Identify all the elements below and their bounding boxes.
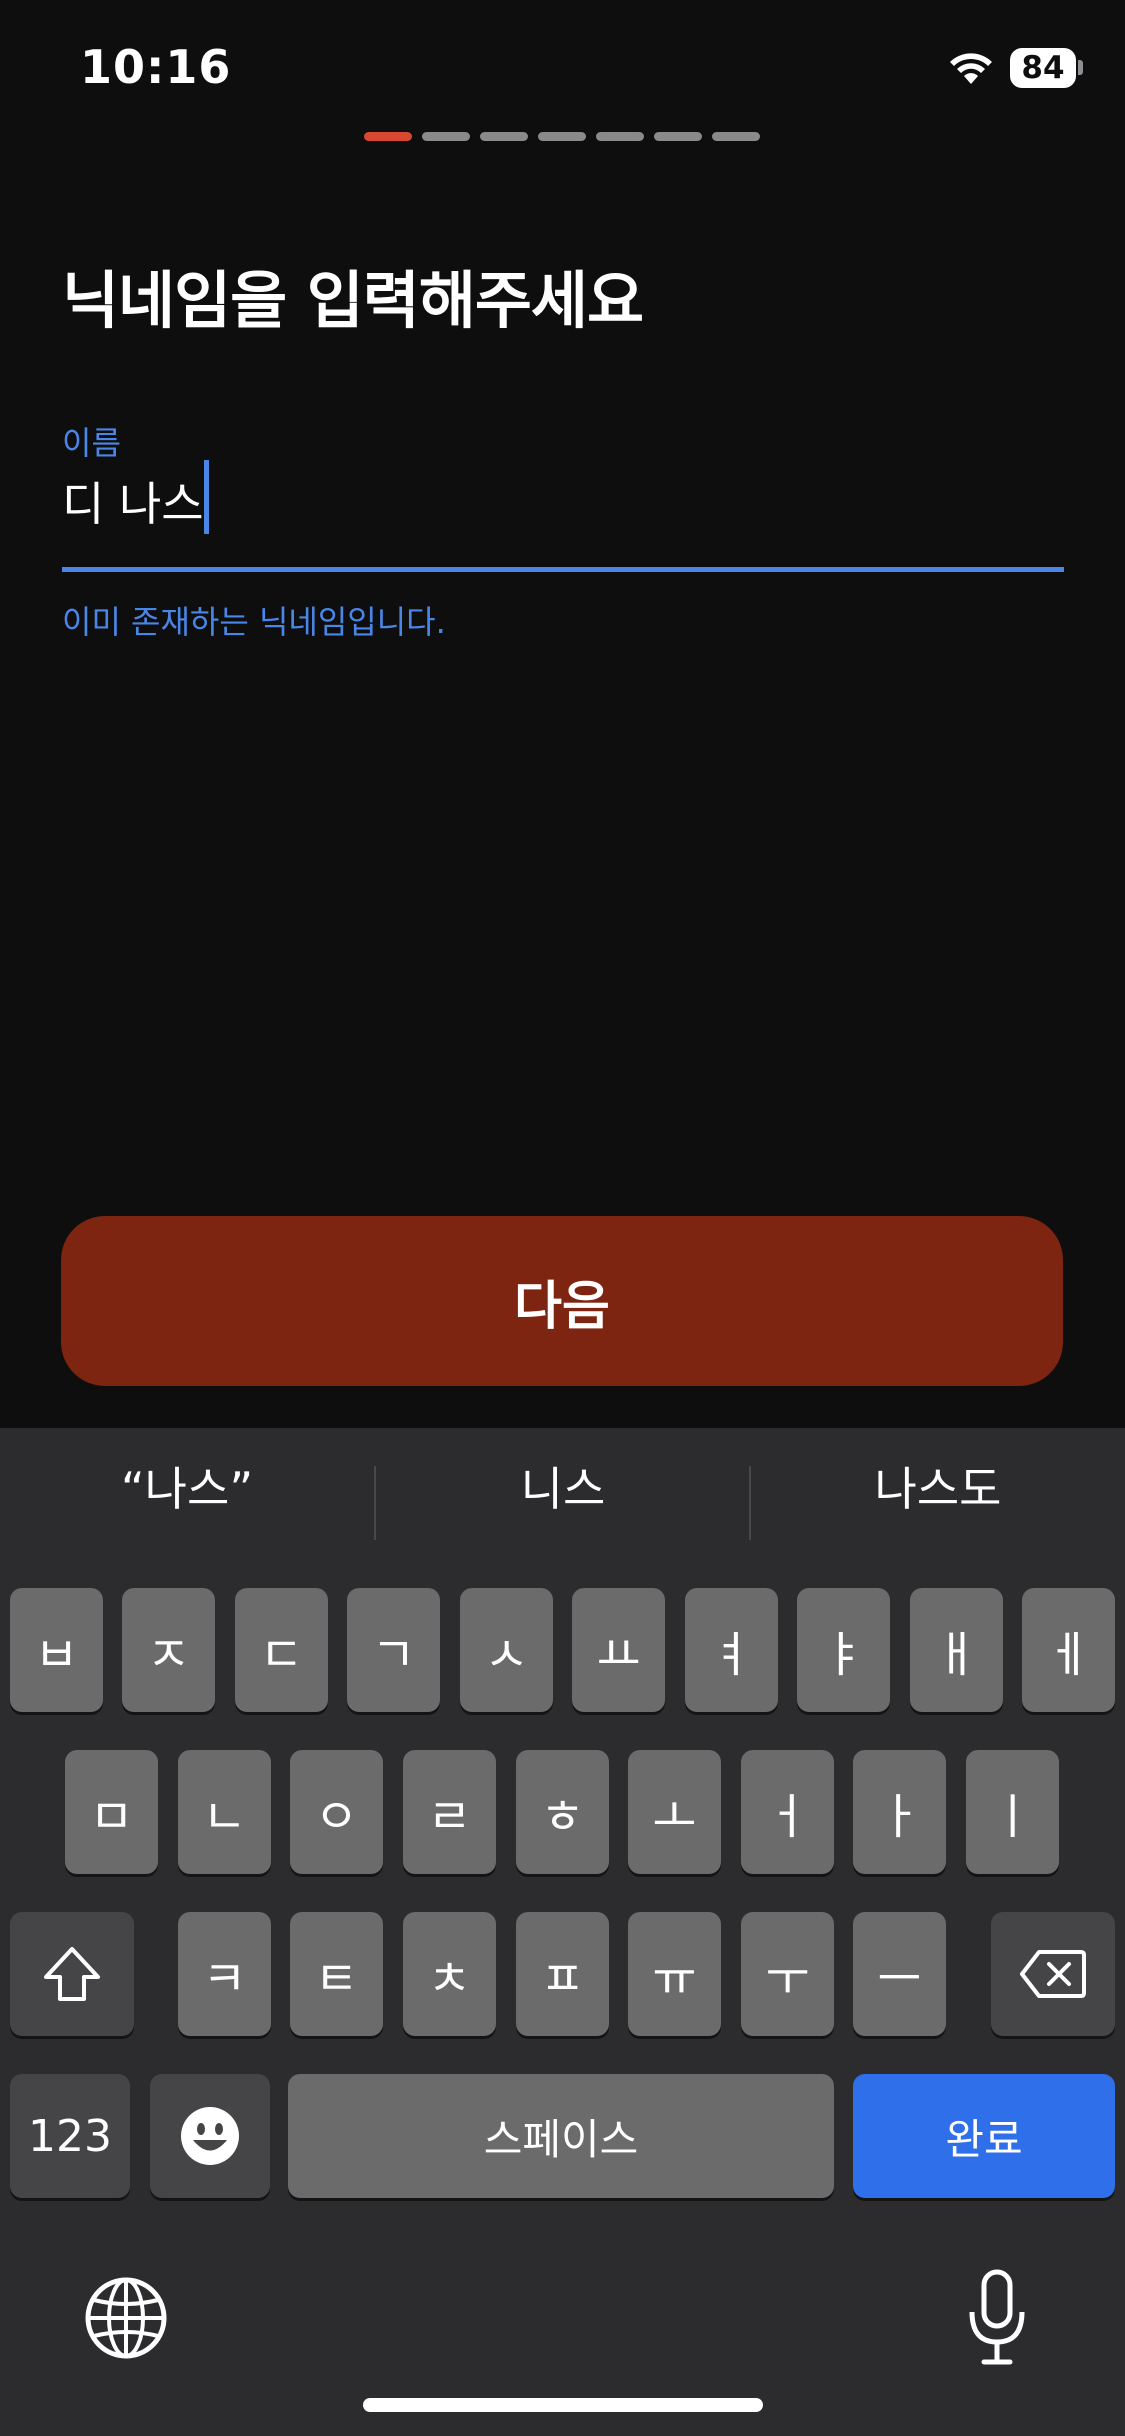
key[interactable]: ㄹ (403, 1750, 496, 1874)
key[interactable]: ㅋ (178, 1912, 271, 2036)
suggestion-2[interactable]: 니스 (376, 1436, 750, 1536)
key[interactable]: ㅣ (966, 1750, 1059, 1874)
shift-icon (44, 1947, 100, 2001)
page-title: 닉네임을 입력해주세요 (62, 264, 644, 337)
space-key[interactable]: 스페이스 (288, 2074, 834, 2198)
error-message: 이미 존재하는 닉네임입니다. (62, 603, 446, 641)
key[interactable]: ㅈ (122, 1588, 215, 1712)
emoji-key[interactable] (150, 2074, 270, 2198)
wifi-icon (950, 53, 992, 84)
key[interactable]: ㅂ (10, 1588, 103, 1712)
done-key[interactable]: 완료 (853, 2074, 1115, 2198)
key[interactable]: ㅛ (572, 1588, 665, 1712)
key[interactable]: ㅑ (797, 1588, 890, 1712)
key[interactable]: ㅡ (853, 1912, 946, 2036)
key[interactable]: ㅊ (403, 1912, 496, 2036)
status-time: 10:16 (80, 40, 232, 94)
key[interactable]: ㄷ (235, 1588, 328, 1712)
battery-icon: 84 (1010, 48, 1076, 88)
progress-step (538, 132, 586, 141)
name-field-label: 이름 (62, 424, 121, 462)
backspace-key[interactable] (991, 1912, 1115, 2036)
backspace-icon (1020, 1950, 1086, 1998)
battery-tip (1078, 60, 1083, 75)
shift-key[interactable] (10, 1912, 134, 2036)
key[interactable]: ㅕ (685, 1588, 778, 1712)
key[interactable]: ㅏ (853, 1750, 946, 1874)
key[interactable]: ㅎ (516, 1750, 609, 1874)
key[interactable]: ㄱ (347, 1588, 440, 1712)
key[interactable]: ㅅ (460, 1588, 553, 1712)
key[interactable]: ㅇ (290, 1750, 383, 1874)
microphone-icon[interactable] (966, 2268, 1028, 2368)
progress-step (422, 132, 470, 141)
emoji-icon (181, 2107, 239, 2165)
key[interactable]: ㅐ (910, 1588, 1003, 1712)
key[interactable]: ㅗ (628, 1750, 721, 1874)
home-indicator[interactable] (363, 2398, 763, 2412)
progress-step (654, 132, 702, 141)
progress-step (596, 132, 644, 141)
suggestion-1[interactable]: “나스” (0, 1436, 374, 1536)
name-field-underline (62, 567, 1064, 572)
next-button[interactable]: 다음 (61, 1216, 1063, 1386)
progress-steps (364, 132, 760, 142)
key[interactable]: ㄴ (178, 1750, 271, 1874)
globe-icon[interactable] (84, 2276, 168, 2360)
progress-step (712, 132, 760, 141)
text-cursor (204, 460, 209, 534)
progress-step (364, 132, 412, 141)
key[interactable]: ㅓ (741, 1750, 834, 1874)
key[interactable]: ㅜ (741, 1912, 834, 2036)
suggestion-3[interactable]: 나스도 (751, 1436, 1125, 1536)
key[interactable]: ㅁ (65, 1750, 158, 1874)
numbers-key[interactable]: 123 (10, 2074, 130, 2198)
key[interactable]: ㅠ (628, 1912, 721, 2036)
name-input[interactable]: 디 나스 (62, 468, 204, 534)
key[interactable]: ㅔ (1022, 1588, 1115, 1712)
key[interactable]: ㅌ (290, 1912, 383, 2036)
key[interactable]: ㅍ (516, 1912, 609, 2036)
progress-step (480, 132, 528, 141)
